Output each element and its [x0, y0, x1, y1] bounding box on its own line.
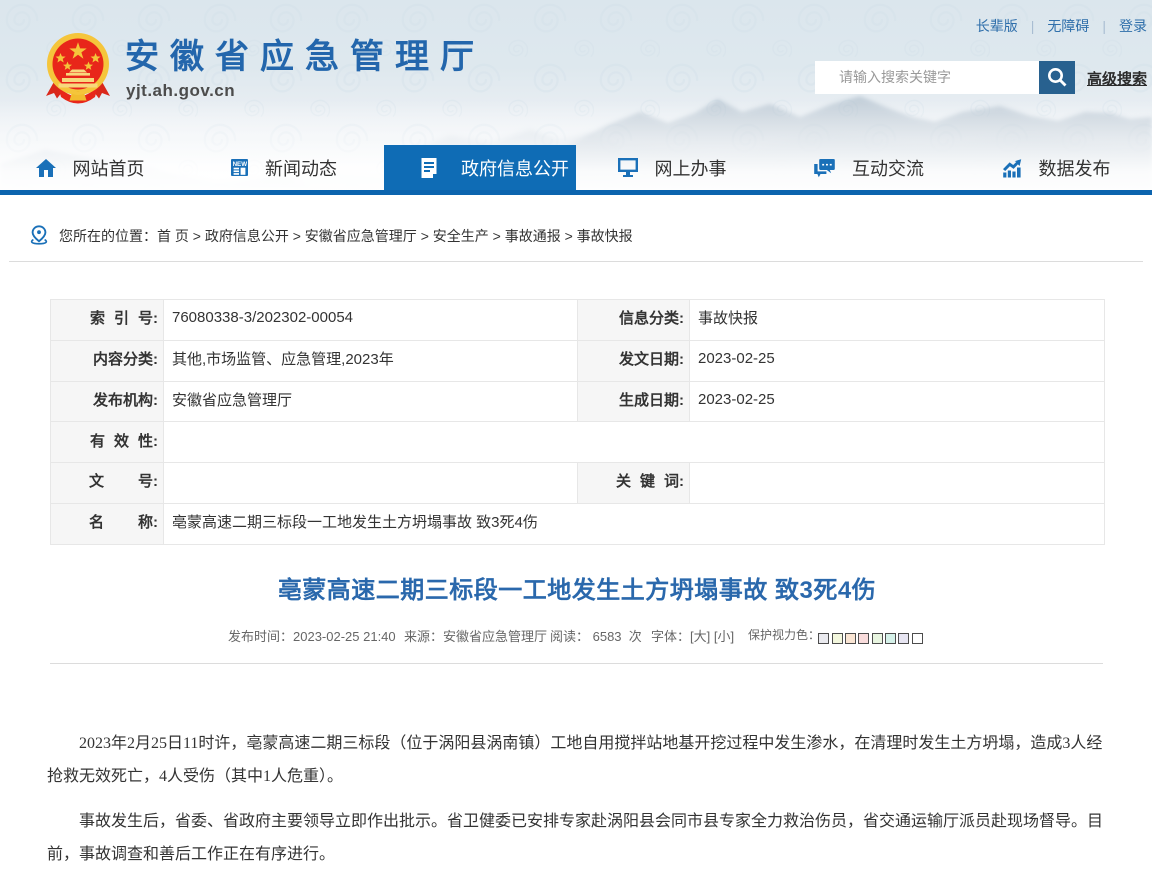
svg-text:NEW: NEW — [233, 161, 248, 168]
